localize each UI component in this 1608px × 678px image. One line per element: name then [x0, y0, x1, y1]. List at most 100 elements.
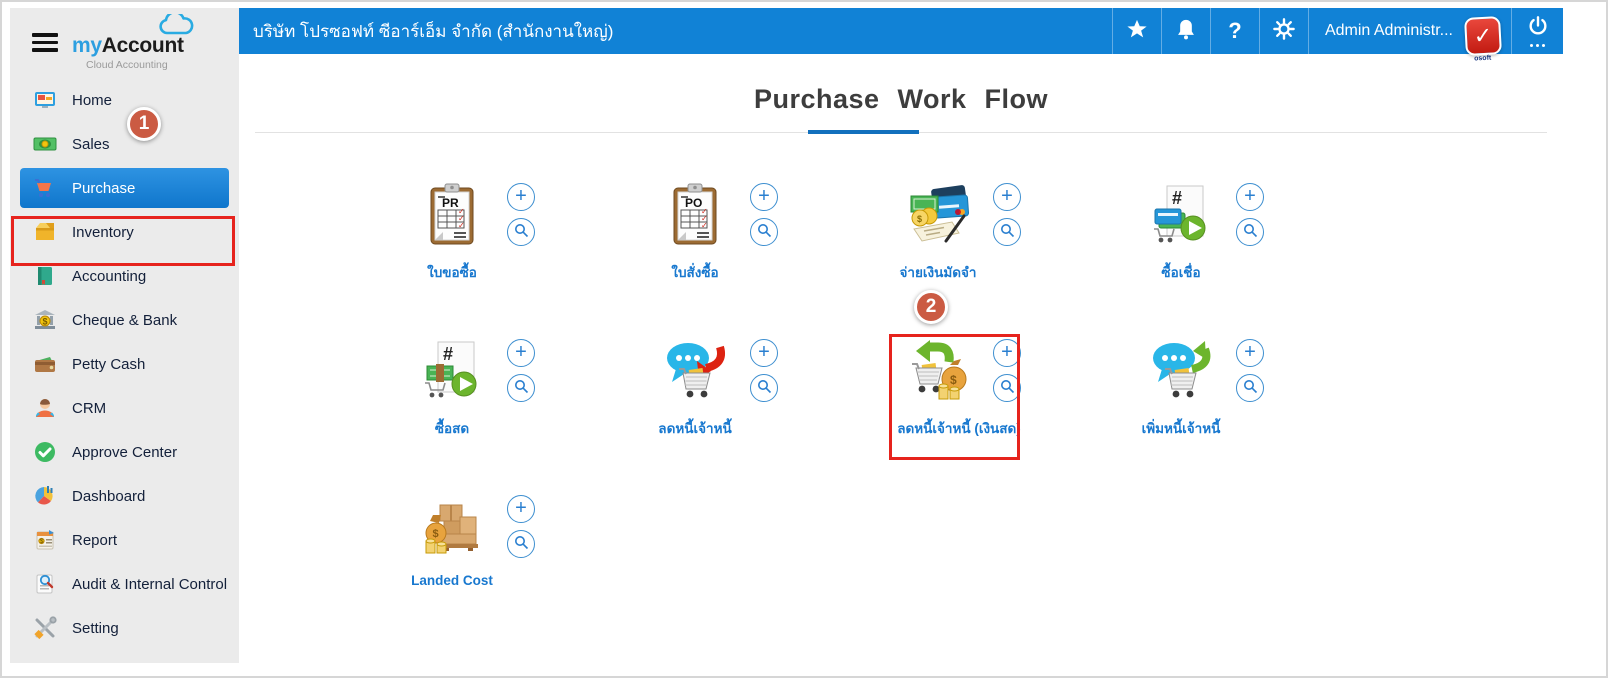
- svg-text:✓: ✓: [458, 221, 465, 230]
- sidebar-item-sales[interactable]: Sales: [10, 122, 239, 166]
- notifications-button[interactable]: [1160, 8, 1210, 54]
- workflow-item-label[interactable]: ลดหนี้เจ้าหนี้ (เงินสด): [897, 417, 1021, 439]
- add-button[interactable]: +: [507, 183, 535, 211]
- search-icon: [514, 535, 529, 553]
- sidebar-item-home[interactable]: Home: [10, 78, 239, 122]
- workflow-item-label[interactable]: ซื้อเชื่อ: [1149, 261, 1213, 283]
- workflow-item-label[interactable]: เพิ่มหนี้เจ้าหนี้: [1142, 417, 1221, 439]
- credit-purchase-doc-icon[interactable]: #: [1149, 183, 1213, 247]
- plus-icon: +: [758, 185, 770, 207]
- add-button[interactable]: +: [1236, 183, 1264, 211]
- add-button[interactable]: +: [750, 183, 778, 211]
- approve-check-icon: [32, 439, 58, 465]
- sidebar-item-audit[interactable]: Audit & Internal Control: [10, 562, 239, 606]
- purchase-cart-icon: [32, 175, 58, 201]
- search-icon: [1000, 223, 1015, 241]
- wallet-icon: [32, 351, 58, 377]
- menu-toggle-icon[interactable]: [32, 33, 58, 53]
- svg-text:$: $: [917, 214, 922, 224]
- search-button[interactable]: [1236, 374, 1264, 402]
- power-dots: [1530, 44, 1545, 47]
- sidebar-item-label: Sales: [72, 135, 110, 153]
- sidebar-item-purchase[interactable]: Purchase: [20, 168, 229, 208]
- inventory-box-icon: [32, 219, 58, 245]
- logout-button[interactable]: [1511, 8, 1563, 54]
- landed-cost-boxes-icon[interactable]: $: [420, 495, 484, 559]
- company-name: บริษัท โปรซอฟท์ ซีอาร์เอ็ม จำกัด (สำนักง…: [253, 21, 614, 41]
- prosoft-check-logo-icon: ✓ osoft: [1464, 16, 1502, 62]
- title-underline-accent: [808, 130, 919, 134]
- search-button[interactable]: [750, 374, 778, 402]
- debit-note-bubble-cart-icon[interactable]: [663, 339, 727, 403]
- sidebar-item-label: Report: [72, 531, 118, 549]
- add-button[interactable]: +: [1236, 339, 1264, 367]
- workflow-item-label[interactable]: จ่ายเงินมัดจำ: [900, 261, 977, 283]
- app-logo: myAccount Cloud Accounting: [72, 10, 222, 71]
- sidebar-item-accounting[interactable]: Accounting: [10, 254, 239, 298]
- brand-tagline: Cloud Accounting: [86, 59, 168, 71]
- search-icon: [1243, 379, 1258, 397]
- add-button[interactable]: +: [750, 339, 778, 367]
- question-icon: ?: [1228, 18, 1242, 43]
- workflow-item-label[interactable]: Landed Cost: [411, 573, 493, 588]
- plus-icon: +: [758, 341, 770, 363]
- step-2-badge: 2: [914, 290, 948, 324]
- sidebar-item-setting[interactable]: Setting: [10, 606, 239, 650]
- sidebar-nav: Home Sales Purchase Inventory Accounting…: [10, 72, 239, 650]
- audit-magnifier-icon: [32, 571, 58, 597]
- workflow-item-label[interactable]: ใบสั่งซื้อ: [663, 261, 727, 283]
- svg-text:#: #: [443, 344, 453, 364]
- search-button[interactable]: [993, 218, 1021, 246]
- workflow-item-label[interactable]: ลดหนี้เจ้าหนี้: [658, 417, 731, 439]
- svg-text:✓: ✓: [701, 221, 708, 230]
- debit-note-cash-cart-icon[interactable]: $: [906, 339, 970, 403]
- gear-icon: [1273, 17, 1295, 45]
- workflow-item-purchase-order: PO ✓ ✓ ✓ + ใบสั่งซื้อ: [663, 183, 906, 283]
- search-button[interactable]: [507, 374, 535, 402]
- workflow-item-label[interactable]: ซื้อสด: [420, 417, 484, 439]
- cash-purchase-doc-icon[interactable]: #: [420, 339, 484, 403]
- search-button[interactable]: [507, 530, 535, 558]
- sidebar-item-label: Petty Cash: [72, 355, 146, 373]
- plus-icon: +: [515, 341, 527, 363]
- user-menu[interactable]: Admin Administr... ✓ osoft: [1307, 8, 1511, 62]
- svg-text:PO: PO: [685, 196, 702, 210]
- sidebar-item-inventory[interactable]: Inventory: [10, 210, 239, 254]
- add-button[interactable]: +: [507, 495, 535, 523]
- search-button[interactable]: [993, 374, 1021, 402]
- workflow-item-landed-cost: $ + Landed Cost: [411, 495, 663, 588]
- search-icon: [1243, 223, 1258, 241]
- favorites-button[interactable]: [1111, 8, 1161, 54]
- help-button[interactable]: ?: [1209, 8, 1259, 54]
- sidebar-item-petty-cash[interactable]: Petty Cash: [10, 342, 239, 386]
- purchase-request-clipboard-icon[interactable]: PR ✓ ✓ ✓: [420, 183, 484, 247]
- plus-icon: +: [515, 185, 527, 207]
- workflow-item-credit-note-increase: + เพิ่มหนี้เจ้าหนี้: [1142, 339, 1392, 439]
- search-button[interactable]: [1236, 218, 1264, 246]
- pay-deposit-payment-icon[interactable]: $: [906, 183, 970, 247]
- workflow-item-label[interactable]: ใบขอซื้อ: [420, 261, 484, 283]
- sidebar-item-dashboard[interactable]: Dashboard: [10, 474, 239, 518]
- add-button[interactable]: +: [993, 183, 1021, 211]
- purchase-order-clipboard-icon[interactable]: PO ✓ ✓ ✓: [663, 183, 727, 247]
- add-button[interactable]: +: [993, 339, 1021, 367]
- workflow-row-1: PR ✓ ✓ ✓ + ใบขอซื้อ PO ✓ ✓ ✓ + ใบสั่งซื้…: [420, 183, 1563, 283]
- cloud-icon: [158, 10, 194, 41]
- workflow-item-pay-deposit: $ + จ่ายเงินมัดจำ: [900, 183, 1149, 283]
- search-button[interactable]: [750, 218, 778, 246]
- sidebar-item-report[interactable]: $ Report: [10, 518, 239, 562]
- sidebar-item-label: Approve Center: [72, 443, 178, 461]
- accounting-book-icon: [32, 263, 58, 289]
- workflow-item-debit-note: + ลดหนี้เจ้าหนี้: [658, 339, 906, 439]
- sidebar-item-approve-center[interactable]: Approve Center: [10, 430, 239, 474]
- add-button[interactable]: +: [507, 339, 535, 367]
- sidebar-item-crm[interactable]: CRM: [10, 386, 239, 430]
- search-button[interactable]: [507, 218, 535, 246]
- svg-text:$: $: [433, 528, 439, 540]
- credit-note-increase-bubble-cart-icon[interactable]: [1149, 339, 1213, 403]
- plus-icon: +: [1001, 185, 1013, 207]
- settings-button[interactable]: [1258, 8, 1308, 54]
- search-icon: [514, 223, 529, 241]
- svg-text:$: $: [43, 317, 48, 327]
- sidebar-item-cheque-bank[interactable]: $ Cheque & Bank: [10, 298, 239, 342]
